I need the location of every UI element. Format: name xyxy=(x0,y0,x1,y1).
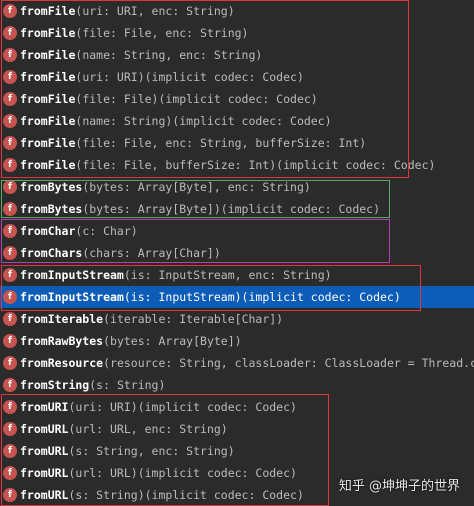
method-name: fromInputStream xyxy=(20,268,124,282)
function-icon: f xyxy=(3,312,17,326)
method-name: fromFile xyxy=(20,158,76,172)
method-params: (s: String, enc: String) xyxy=(68,444,235,458)
function-icon: f xyxy=(3,4,17,18)
method-params: (uri: URI, enc: String) xyxy=(75,4,235,18)
method-name: fromString xyxy=(20,378,90,392)
completion-item[interactable]: f fromURL(s: String, enc: String) xyxy=(0,440,474,462)
completion-item[interactable]: f fromResource(resource: String, classLoa… xyxy=(0,352,474,374)
method-name: fromBytes xyxy=(20,202,83,216)
method-name: fromFile xyxy=(20,70,76,84)
method-params: (bytes: Array[Byte])(implicit codec: Cod… xyxy=(82,202,381,216)
method-params: (file: File, bufferSize: Int)(implicit c… xyxy=(75,158,436,172)
method-params: (s: String) xyxy=(89,378,166,392)
completion-item[interactable]: f fromBytes(bytes: Array[Byte], enc: Stri… xyxy=(0,176,474,198)
completion-item[interactable]: f fromChars(chars: Array[Char]) xyxy=(0,242,474,264)
method-params: (name: String)(implicit codec: Codec) xyxy=(75,114,332,128)
function-icon: f xyxy=(3,488,17,502)
completion-item[interactable]: f fromFile(uri: URI, enc: String) xyxy=(0,0,474,22)
method-params: (bytes: Array[Byte], enc: String) xyxy=(82,180,311,194)
function-icon: f xyxy=(3,26,17,40)
method-name: fromURL xyxy=(20,422,69,436)
function-icon: f xyxy=(3,378,17,392)
completion-item[interactable]: f fromFile(uri: URI)(implicit codec: Code… xyxy=(0,66,474,88)
function-icon: f xyxy=(3,466,17,480)
completion-item[interactable]: f fromFile(name: String, enc: String) xyxy=(0,44,474,66)
completion-item[interactable]: f fromURL(url: URL, enc: String) xyxy=(0,418,474,440)
method-params: (is: InputStream, enc: String) xyxy=(123,268,332,282)
method-name: fromFile xyxy=(20,136,76,150)
completion-item[interactable]: f fromFile(file: File, bufferSize: Int)(i… xyxy=(0,154,474,176)
method-params: (file: File, enc: String) xyxy=(75,26,249,40)
completion-item[interactable]: f fromRawBytes(bytes: Array[Byte]) xyxy=(0,330,474,352)
completion-list: f fromFile(uri: URI, enc: String) f fromFil… xyxy=(0,0,474,506)
function-icon: f xyxy=(3,70,17,84)
function-icon: f xyxy=(3,92,17,106)
watermark: 知乎 @坤坤子的世界 xyxy=(338,479,460,494)
method-name: fromFile xyxy=(20,26,76,40)
method-params: (name: String, enc: String) xyxy=(75,48,263,62)
completion-item[interactable]: f fromFile(file: File, enc: String) xyxy=(0,22,474,44)
function-icon: f xyxy=(3,158,17,172)
completion-item[interactable]: f fromString(s: String) xyxy=(0,374,474,396)
method-name: fromInputStream xyxy=(20,290,124,304)
function-icon: f xyxy=(3,268,17,282)
completion-item[interactable]: f fromFile(file: File)(implicit codec: Co… xyxy=(0,88,474,110)
function-icon: f xyxy=(3,224,17,238)
method-name: fromFile xyxy=(20,4,76,18)
function-icon: f xyxy=(3,290,17,304)
method-params: (uri: URI)(implicit codec: Codec) xyxy=(68,400,297,414)
completion-item[interactable]: f fromIterable(iterable: Iterable[Char]) xyxy=(0,308,474,330)
method-name: fromURL xyxy=(20,444,69,458)
method-params: (url: URL)(implicit codec: Codec) xyxy=(68,466,297,480)
method-params: (resource: String, classLoader: ClassLoa… xyxy=(103,356,474,370)
function-icon: f xyxy=(3,136,17,150)
function-icon: f xyxy=(3,202,17,216)
method-name: fromFile xyxy=(20,48,76,62)
method-params: (file: File, enc: String, bufferSize: In… xyxy=(75,136,367,150)
method-name: fromBytes xyxy=(20,180,83,194)
method-params: (is: InputStream)(implicit codec: Codec) xyxy=(123,290,401,304)
function-icon: f xyxy=(3,444,17,458)
function-icon: f xyxy=(3,114,17,128)
method-params: (chars: Array[Char]) xyxy=(82,246,221,260)
method-params: (url: URL, enc: String) xyxy=(68,422,228,436)
completion-item[interactable]: f fromInputStream(is: InputStream)(implic… xyxy=(0,286,474,308)
method-name: fromChar xyxy=(20,224,76,238)
method-name: fromIterable xyxy=(20,312,104,326)
method-params: (iterable: Iterable[Char]) xyxy=(103,312,284,326)
completion-item[interactable]: f fromURI(uri: URI)(implicit codec: Codec… xyxy=(0,396,474,418)
function-icon: f xyxy=(3,422,17,436)
method-params: (uri: URI)(implicit codec: Codec) xyxy=(75,70,304,84)
method-name: fromResource xyxy=(20,356,104,370)
method-params: (c: Char) xyxy=(75,224,138,238)
function-icon: f xyxy=(3,334,17,348)
completion-item[interactable]: f fromChar(c: Char) xyxy=(0,220,474,242)
completion-item[interactable]: f fromFile(file: File, enc: String, buffe… xyxy=(0,132,474,154)
method-name: fromURL xyxy=(20,466,69,480)
method-name: fromChars xyxy=(20,246,83,260)
method-name: fromURI xyxy=(20,400,69,414)
completion-item[interactable]: f fromInputStream(is: InputStream, enc: S… xyxy=(0,264,474,286)
function-icon: f xyxy=(3,180,17,194)
method-name: fromRawBytes xyxy=(20,334,104,348)
method-params: (s: String)(implicit codec: Codec) xyxy=(68,488,304,502)
method-params: (bytes: Array[Byte]) xyxy=(103,334,242,348)
function-icon: f xyxy=(3,356,17,370)
function-icon: f xyxy=(3,48,17,62)
function-icon: f xyxy=(3,246,17,260)
method-params: (file: File)(implicit codec: Codec) xyxy=(75,92,318,106)
completion-item[interactable]: f fromFile(name: String)(implicit codec: … xyxy=(0,110,474,132)
function-icon: f xyxy=(3,400,17,414)
method-name: fromFile xyxy=(20,114,76,128)
method-name: fromURL xyxy=(20,488,69,502)
method-name: fromFile xyxy=(20,92,76,106)
completion-item[interactable]: f fromBytes(bytes: Array[Byte])(implicit … xyxy=(0,198,474,220)
